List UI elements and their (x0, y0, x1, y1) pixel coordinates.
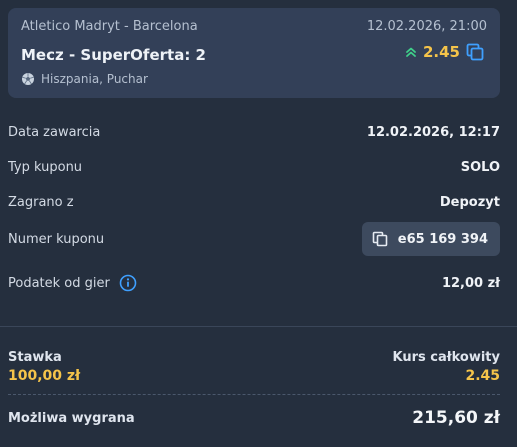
row-source: Zagrano z Depozyt (8, 190, 500, 214)
double-chevron-up-icon (405, 46, 417, 58)
coupon-number: e65 169 394 (397, 231, 488, 247)
possible-win-label: Możliwa wygrana (8, 410, 135, 426)
date-value: 12.02.2026, 12:17 (366, 124, 500, 140)
row-date: Data zawarcia 12.02.2026, 12:17 (8, 120, 500, 144)
type-label: Typ kuponu (8, 159, 83, 175)
date-label: Data zawarcia (8, 124, 101, 140)
summary-stake-odds: Stawka 100,00 zł Kurs całkowity 2.45 (8, 350, 500, 390)
event-odds: 2.45 (422, 43, 460, 61)
possible-win-value: 215,60 zł (412, 408, 500, 428)
possible-win-row: Możliwa wygrana 215,60 zł (8, 404, 500, 432)
event-odds-group: 2.45 (405, 43, 484, 61)
row-tax: Podatek od gier 12,00 zł (8, 271, 500, 295)
total-odds-label: Kurs całkowity (392, 350, 500, 365)
tax-label: Podatek od gier (8, 275, 110, 291)
bet-slip-details: Atletico Madryt - Barcelona 12.02.2026, … (0, 0, 517, 447)
total-odds-value: 2.45 (465, 368, 500, 384)
coupon-label: Numer kuponu (8, 231, 105, 247)
source-value: Depozyt (439, 194, 500, 210)
stake-label: Stawka (8, 350, 62, 365)
type-value: SOLO (460, 159, 500, 175)
event-market: Mecz - SuperOferta: 2 (21, 46, 206, 64)
section-divider (0, 326, 517, 327)
tax-label-group: Podatek od gier (8, 274, 137, 292)
event-card[interactable]: Atletico Madryt - Barcelona 12.02.2026, … (8, 8, 500, 98)
info-icon[interactable] (119, 274, 137, 292)
event-league: Hiszpania, Puchar (41, 72, 148, 86)
square-copy-icon[interactable] (466, 43, 484, 61)
event-league-group: Hiszpania, Puchar (21, 72, 148, 86)
football-icon (21, 72, 35, 86)
row-type: Typ kuponu SOLO (8, 155, 500, 179)
event-teams: Atletico Madryt - Barcelona (21, 19, 198, 34)
stake-value: 100,00 zł (8, 368, 81, 384)
source-label: Zagrano z (8, 194, 74, 210)
copy-icon (372, 231, 388, 247)
row-coupon: Numer kuponu e65 169 394 (8, 222, 500, 256)
tax-value: 12,00 zł (441, 275, 500, 291)
dashed-divider (8, 394, 500, 395)
event-datetime: 12.02.2026, 21:00 (366, 19, 487, 34)
copy-coupon-button[interactable]: e65 169 394 (361, 222, 500, 256)
